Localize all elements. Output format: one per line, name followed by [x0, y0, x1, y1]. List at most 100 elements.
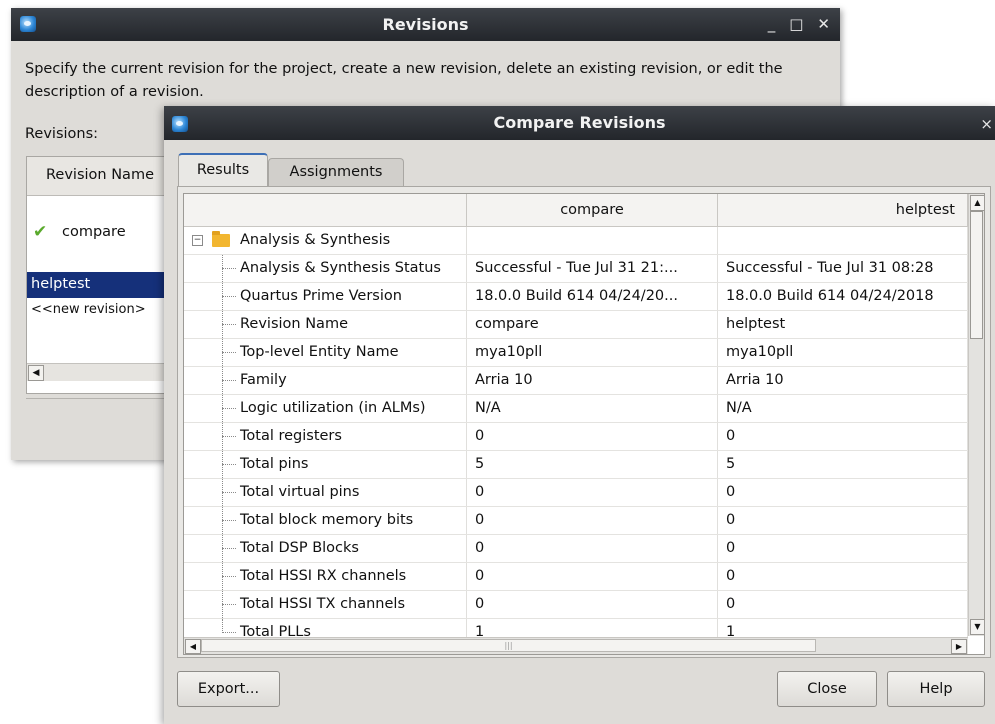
tree-line: [222, 576, 236, 577]
table-row[interactable]: Total DSP Blocks 0 0: [184, 535, 968, 563]
tab-assignments[interactable]: Assignments: [268, 158, 404, 187]
property-name: Logic utilization (in ALMs): [240, 400, 426, 416]
table-row[interactable]: Total pins 5 5: [184, 451, 968, 479]
compare-value: 0: [467, 507, 718, 534]
table-row[interactable]: Total HSSI RX channels 0 0: [184, 563, 968, 591]
column-header-helptest[interactable]: helptest: [718, 194, 968, 226]
helptest-value: 0: [718, 423, 968, 450]
table-row[interactable]: Family Arria 10 Arria 10: [184, 367, 968, 395]
scroll-left-icon[interactable]: ◀: [185, 639, 201, 654]
grid-header: compare helptest: [184, 194, 968, 227]
revision-name: <<new revision>: [31, 302, 146, 317]
table-row[interactable]: Top-level Entity Name mya10pll mya10pll: [184, 339, 968, 367]
vertical-scrollbar[interactable]: ▲ ▼: [968, 194, 984, 636]
table-row[interactable]: Quartus Prime Version 18.0.0 Build 614 04…: [184, 283, 968, 311]
helptest-value: 5: [718, 451, 968, 478]
table-row[interactable]: Total registers 0 0: [184, 423, 968, 451]
tree-line: [222, 408, 236, 409]
property-name: Top-level Entity Name: [240, 344, 399, 360]
compare-value: 5: [467, 451, 718, 478]
help-button[interactable]: Help: [887, 671, 985, 707]
helptest-value: N/A: [718, 395, 968, 422]
tree-line: [222, 464, 236, 465]
property-name: Total pins: [240, 456, 309, 472]
revision-row-new[interactable]: <<new revision>: [27, 299, 187, 321]
revision-row-compare[interactable]: ✔ compare: [27, 222, 187, 244]
revisions-description: Specify the current revision for the pro…: [25, 61, 783, 100]
collapse-icon[interactable]: −: [192, 235, 203, 246]
group-row-analysis-synthesis[interactable]: − Analysis & Synthesis: [184, 227, 968, 255]
property-name: Family: [240, 372, 287, 388]
revision-name-header[interactable]: Revision Name: [27, 157, 187, 196]
export-button[interactable]: Export...: [177, 671, 280, 707]
table-row[interactable]: Total virtual pins 0 0: [184, 479, 968, 507]
property-name: Total virtual pins: [240, 484, 360, 500]
minimize-icon[interactable]: _: [768, 14, 776, 34]
revisions-title: Revisions: [382, 15, 469, 34]
compare-value: Successful - Tue Jul 31 21:...: [467, 255, 718, 282]
table-row[interactable]: Total HSSI TX channels 0 0: [184, 591, 968, 619]
group-label: Analysis & Synthesis: [240, 232, 391, 248]
tree-line: [222, 436, 236, 437]
helptest-value: helptest: [718, 311, 968, 338]
tree-line: [222, 380, 236, 381]
property-name: Analysis & Synthesis Status: [240, 260, 441, 276]
compare-value: 0: [467, 535, 718, 562]
close-icon[interactable]: ✕: [817, 14, 830, 34]
table-row[interactable]: Analysis & Synthesis Status Successful - …: [184, 255, 968, 283]
helptest-value: 0: [718, 563, 968, 590]
comparison-grid: compare helptest − Analysis & Synthesis …: [183, 193, 985, 655]
compare-value: 0: [467, 591, 718, 618]
scroll-left-icon[interactable]: ◀: [28, 365, 44, 381]
compare-titlebar[interactable]: Compare Revisions ×: [164, 106, 995, 140]
property-name: Quartus Prime Version: [240, 288, 402, 304]
helptest-value: 18.0.0 Build 614 04/24/2018: [718, 283, 968, 310]
revision-name: helptest: [31, 276, 91, 292]
results-panel: compare helptest − Analysis & Synthesis …: [177, 186, 991, 658]
property-name: Total HSSI TX channels: [240, 596, 406, 612]
property-name: Total DSP Blocks: [240, 540, 359, 556]
tab-results[interactable]: Results: [178, 153, 268, 189]
tree-line: [222, 619, 223, 633]
helptest-value: Successful - Tue Jul 31 08:28: [718, 255, 968, 282]
table-row[interactable]: Total block memory bits 0 0: [184, 507, 968, 535]
revision-name: compare: [62, 224, 126, 240]
helptest-value: 0: [718, 479, 968, 506]
horizontal-scrollbar[interactable]: ◀ ||| ▶: [184, 637, 968, 654]
tree-line: [222, 520, 236, 521]
maximize-icon[interactable]: □: [789, 14, 803, 34]
tree-line: [222, 324, 236, 325]
scroll-right-icon[interactable]: ▶: [951, 639, 967, 654]
vertical-scroll-thumb[interactable]: [970, 211, 983, 339]
column-header-compare[interactable]: compare: [467, 194, 718, 226]
helptest-value: mya10pll: [718, 339, 968, 366]
horizontal-scroll-thumb[interactable]: |||: [201, 639, 816, 652]
revisions-titlebar[interactable]: Revisions _ □ ✕: [11, 8, 840, 41]
property-name: Total HSSI RX channels: [240, 568, 407, 584]
helptest-value: 0: [718, 591, 968, 618]
helptest-value: 0: [718, 507, 968, 534]
close-button[interactable]: Close: [777, 671, 877, 707]
column-header-name[interactable]: [184, 194, 467, 226]
tree-line: [222, 352, 236, 353]
compare-value: mya10pll: [467, 339, 718, 366]
revisions-horizontal-scrollbar[interactable]: ◀: [27, 363, 187, 381]
table-row[interactable]: Revision Name compare helptest: [184, 311, 968, 339]
grid-body: − Analysis & Synthesis Analysis & Synthe…: [184, 227, 968, 647]
scroll-down-icon[interactable]: ▼: [970, 619, 984, 635]
table-row[interactable]: Logic utilization (in ALMs) N/A N/A: [184, 395, 968, 423]
property-name: Revision Name: [240, 316, 348, 332]
tree-line: [222, 492, 236, 493]
close-icon[interactable]: ×: [980, 115, 993, 133]
revision-row-helptest[interactable]: helptest: [27, 272, 187, 298]
folder-icon: [212, 231, 230, 247]
scroll-up-icon[interactable]: ▲: [970, 195, 984, 211]
tree-line: [222, 604, 236, 605]
compare-value: 0: [467, 563, 718, 590]
checkmark-icon: ✔: [33, 222, 48, 242]
compare-value: 18.0.0 Build 614 04/24/20...: [467, 283, 718, 310]
compare-title: Compare Revisions: [493, 113, 666, 132]
property-name: Total block memory bits: [240, 512, 414, 528]
compare-value: compare: [467, 311, 718, 338]
property-name: Total registers: [240, 428, 342, 444]
